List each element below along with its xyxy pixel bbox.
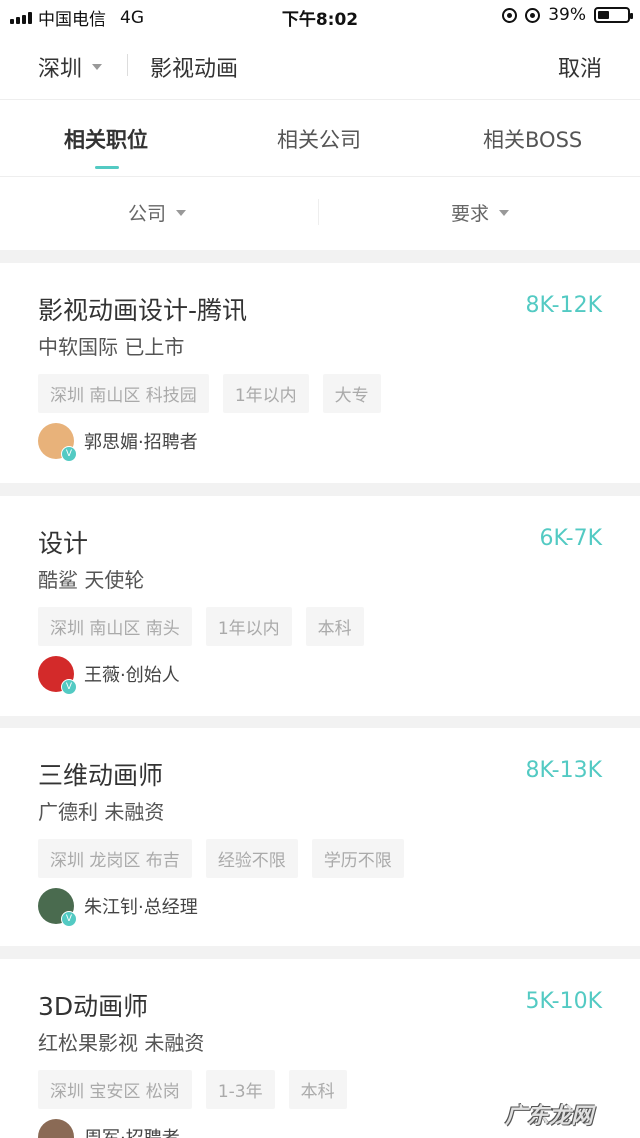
job-card[interactable]: 三维动画师 8K-13K 广德利 未融资 深圳 龙岗区 布吉 经验不限 学历不限… — [0, 728, 640, 946]
recruiter-info: V 郭思媚·招聘者 — [38, 423, 198, 462]
education-tag: 本科 — [305, 607, 364, 646]
avatar: V — [38, 1119, 74, 1138]
education-tag: 学历不限 — [311, 839, 404, 878]
rotation-lock-icon — [502, 7, 518, 23]
avatar: V — [38, 656, 77, 695]
job-title: 设计 — [38, 529, 89, 558]
tab-related-jobs[interactable]: 相关职位 — [64, 124, 148, 154]
dropdown-arrow-icon — [92, 64, 103, 70]
job-card[interactable]: 影视动画设计-腾讯 8K-12K 中软国际 已上市 深圳 南山区 科技园 1年以… — [0, 263, 640, 483]
avatar: V — [38, 888, 77, 927]
location-tag: 深圳 南山区 南头 — [38, 607, 192, 646]
watermark: 广东龙网 — [505, 1104, 594, 1129]
job-card[interactable]: 设计 6K-7K 酷鲨 天使轮 深圳 南山区 南头 1年以内 本科 V 王薇·创… — [0, 496, 640, 716]
recruiter-info: V 朱江钊·总经理 — [38, 888, 198, 927]
company-info: 红松果影视 未融资 — [38, 1031, 205, 1055]
avatar: V — [38, 423, 77, 462]
battery-fill — [598, 11, 609, 19]
job-title: 3D动画师 — [38, 992, 149, 1021]
company-info: 酷鲨 天使轮 — [38, 568, 145, 592]
filter-requirements[interactable]: 要求 — [451, 199, 510, 226]
status-bar: 中国电信 4G 下午8:02 39% — [0, 0, 640, 34]
search-input[interactable]: 影视动画 — [150, 51, 238, 83]
recruiter-info: V 周军·招聘者 — [38, 1119, 180, 1138]
dropdown-arrow-icon — [176, 209, 187, 216]
location-tag: 深圳 南山区 科技园 — [38, 374, 209, 413]
job-tags: 深圳 龙岗区 布吉 经验不限 学历不限 — [38, 839, 404, 878]
filter-divider — [318, 199, 319, 225]
recruiter-info: V 王薇·创始人 — [38, 656, 180, 695]
experience-tag: 1年以内 — [222, 374, 309, 413]
company-info: 广德利 未融资 — [38, 800, 165, 824]
recruiter-name: 王薇·创始人 — [84, 665, 180, 686]
experience-tag: 1年以内 — [205, 607, 292, 646]
dropdown-arrow-icon — [499, 209, 510, 216]
filter-bar: 公司 要求 — [0, 177, 640, 250]
tab-related-boss[interactable]: 相关BOSS — [483, 124, 582, 154]
job-salary: 5K-10K — [525, 989, 602, 1014]
battery-icon — [594, 7, 633, 23]
job-title: 影视动画设计-腾讯 — [38, 296, 248, 325]
job-tags: 深圳 南山区 科技园 1年以内 大专 — [38, 374, 381, 413]
status-right: 39% — [502, 5, 633, 25]
filter-requirements-label: 要求 — [451, 203, 490, 225]
job-tags: 深圳 南山区 南头 1年以内 本科 — [38, 607, 364, 646]
filter-company[interactable]: 公司 — [128, 199, 187, 226]
experience-tag: 经验不限 — [205, 839, 298, 878]
location-tag: 深圳 宝安区 松岗 — [38, 1070, 192, 1109]
verified-badge-icon: V — [61, 679, 77, 695]
experience-tag: 1-3年 — [205, 1070, 275, 1109]
job-tags: 深圳 宝安区 松岗 1-3年 本科 — [38, 1070, 347, 1109]
city-label: 深圳 — [38, 57, 83, 82]
recruiter-name: 朱江钊·总经理 — [84, 897, 198, 918]
filter-company-label: 公司 — [128, 203, 167, 225]
cancel-button[interactable]: 取消 — [558, 51, 602, 83]
education-tag: 本科 — [288, 1070, 347, 1109]
battery-percent: 39% — [548, 5, 586, 25]
recruiter-name: 周军·招聘者 — [84, 1124, 180, 1138]
job-title: 三维动画师 — [38, 761, 164, 790]
job-salary: 8K-12K — [525, 293, 602, 318]
location-tag: 深圳 龙岗区 布吉 — [38, 839, 192, 878]
verified-badge-icon: V — [61, 446, 77, 462]
job-salary: 6K-7K — [539, 526, 602, 551]
recruiter-name: 郭思媚·招聘者 — [84, 432, 198, 453]
verified-badge-icon: V — [61, 911, 77, 927]
company-info: 中软国际 已上市 — [38, 335, 185, 359]
job-salary: 8K-13K — [525, 758, 602, 783]
city-selector[interactable]: 深圳 — [38, 51, 103, 83]
alarm-icon — [525, 7, 541, 23]
education-tag: 大专 — [322, 374, 381, 413]
search-header: 深圳 影视动画 取消 — [0, 34, 640, 100]
header-divider — [127, 54, 128, 76]
result-tabs: 相关职位 相关公司 相关BOSS — [0, 100, 640, 177]
active-tab-indicator — [95, 166, 119, 169]
tab-related-companies[interactable]: 相关公司 — [277, 124, 361, 154]
